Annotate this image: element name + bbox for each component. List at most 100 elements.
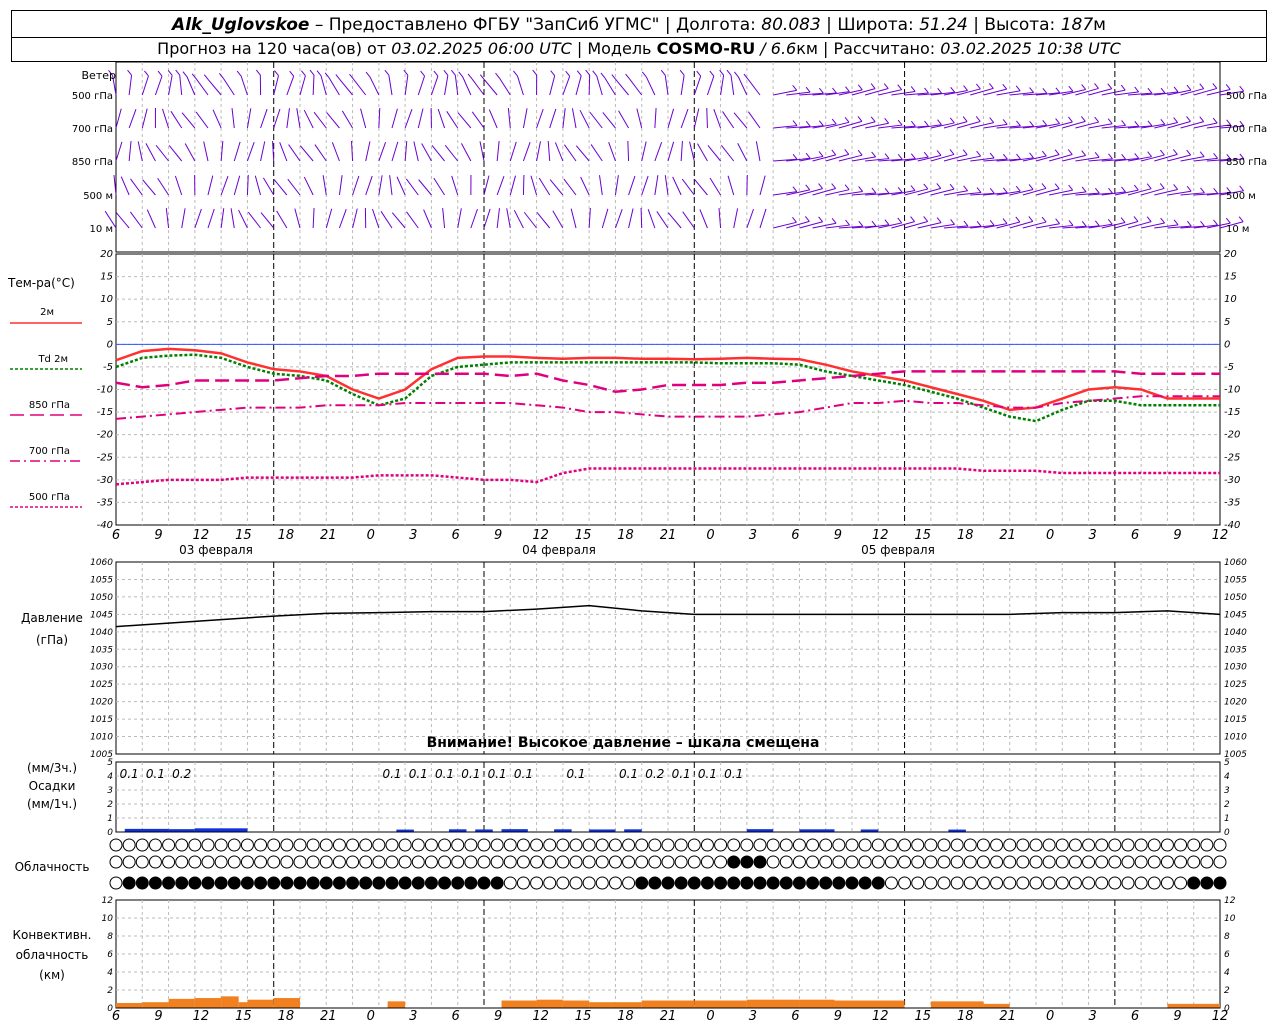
cloud-symbol [871, 876, 885, 890]
precip-3h-label: 0.1 [619, 767, 638, 781]
temp-tick-left: 20 [100, 249, 113, 260]
wind-barb [562, 76, 571, 96]
precip-3h-label: 0.1 [672, 767, 691, 781]
wind-barb-feather [1212, 117, 1218, 124]
wind-barb-feather [923, 216, 929, 222]
cloud-symbol [1082, 838, 1096, 852]
wind-barb [628, 208, 634, 229]
wind-barb [641, 141, 647, 162]
x-tick-label-bottom: 0 [367, 1009, 375, 1024]
wind-barb [496, 176, 505, 196]
precip-bar [475, 829, 493, 832]
cloud-symbol [779, 876, 793, 890]
cloud-symbol [1147, 855, 1161, 869]
x-tick-label-bottom: 6 [112, 1009, 120, 1024]
wind-barb-feather [858, 186, 863, 192]
wind-barb-feather [335, 74, 341, 80]
x-tick-label: 18 [617, 528, 634, 543]
wind-barb [254, 175, 262, 196]
wind-barb [431, 145, 445, 162]
precip-tick-right: 2 [1224, 800, 1230, 810]
pressure-tick-left: 1010 [90, 733, 113, 743]
wind-level-850hpa-right: 850 гПа [1226, 157, 1267, 168]
cloud-symbol [871, 838, 885, 852]
wind-barb [615, 79, 629, 96]
wind-title: Ветер [82, 69, 116, 82]
cloud-symbol [240, 876, 254, 890]
conv-bar [501, 1000, 537, 1008]
wind-barb-feather [1186, 149, 1192, 156]
cloud-symbol [674, 838, 688, 852]
x-tick-label: 15 [575, 528, 592, 543]
wind-barb-feather [792, 217, 797, 223]
cloud-symbol [464, 855, 478, 869]
temp-tick-right: -10 [1224, 385, 1240, 396]
wind-barb [664, 75, 669, 96]
conv-bar [238, 1002, 248, 1008]
wind-barb-feather [1002, 153, 1008, 160]
precip-3h-label: 0.1 [698, 767, 717, 781]
cloud-symbol [1055, 838, 1069, 852]
wind-barb [128, 141, 132, 162]
conv-bar [1167, 1003, 1220, 1008]
x-tick-label-bottom: 18 [278, 1009, 295, 1024]
wind-barb-feather [443, 69, 449, 76]
cloud-symbol [700, 876, 714, 890]
wind-barb-feather [1200, 187, 1205, 194]
cloud-symbol [530, 876, 544, 890]
conv-bar [536, 999, 563, 1008]
precip-bar [799, 829, 835, 832]
cloud-symbol [530, 855, 544, 869]
wind-barb [168, 145, 183, 162]
wind-barb [681, 178, 695, 196]
precip-tick-left: 2 [107, 800, 113, 810]
x-tick-label-bottom: 6 [791, 1009, 799, 1024]
precip-3h-label: 0.1 [514, 767, 533, 781]
cloud-symbol [1042, 855, 1056, 869]
wind-barb-feather [1080, 116, 1086, 122]
wind-barb-feather [963, 220, 969, 227]
conv-bar [142, 1002, 169, 1008]
cloud-symbol [727, 855, 741, 869]
wind-barb-feather [309, 69, 315, 76]
cloud-symbol [700, 855, 714, 869]
cloud-symbol [359, 876, 373, 890]
wind-barb [713, 108, 722, 129]
temp-tick-left: 5 [107, 317, 113, 328]
wind-barb-feather [1054, 183, 1060, 190]
wind-barb-feather [1041, 216, 1047, 223]
precip-bar [448, 829, 467, 832]
wind-barb-feather [1055, 118, 1060, 124]
wind-barb [437, 108, 446, 129]
legend-500-label: 500 гПа [29, 492, 70, 503]
wind-barb [404, 75, 409, 96]
cloud-symbol [1134, 855, 1148, 869]
temp-tick-right: 15 [1224, 272, 1237, 283]
cloud-symbol [687, 876, 701, 890]
wind-barb [303, 109, 314, 129]
wind-barb [404, 109, 413, 129]
wind-barb-feather [1173, 184, 1179, 190]
cloud-symbol [740, 855, 754, 869]
wind-barb [641, 175, 649, 196]
wind-barb [352, 175, 360, 196]
x-tick-label-bottom: 21 [999, 1009, 1016, 1024]
wind-barb [128, 109, 137, 129]
wind-barb-feather [804, 216, 810, 222]
wind-barb-feather [818, 216, 824, 223]
cloud-symbol [122, 876, 136, 890]
temp-tick-left: -30 [97, 475, 113, 486]
wind-barb-feather [910, 216, 915, 222]
wind-barb [314, 144, 327, 162]
wind-barb [479, 141, 485, 162]
pressure-tick-left: 1055 [90, 575, 113, 585]
wind-barb-feather [910, 153, 916, 160]
cloud-symbol [740, 838, 754, 852]
wind-barb-feather [871, 220, 877, 227]
wind-barb-feather [1147, 87, 1153, 94]
cloud-symbol [490, 876, 504, 890]
wind-barb [247, 211, 261, 229]
wind-barb-feather [950, 86, 956, 93]
cloud-symbol [175, 855, 189, 869]
wind-barb-feather [726, 69, 732, 76]
